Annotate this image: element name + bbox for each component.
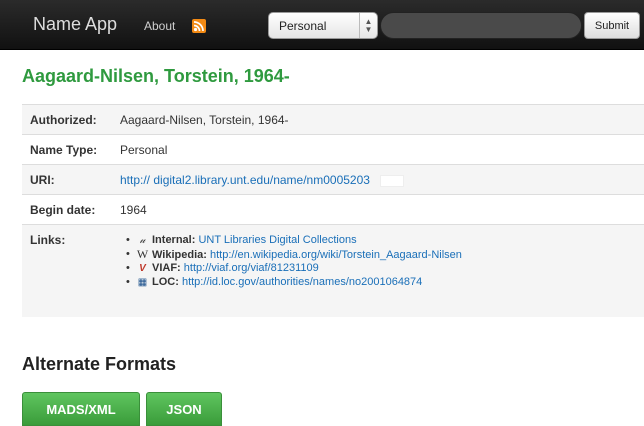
alternate-formats-heading: Alternate Formats bbox=[22, 354, 177, 374]
uri-value: http:// digital2.library.unt.edu/name/nm… bbox=[120, 164, 644, 195]
json-button[interactable]: JSON bbox=[146, 392, 222, 426]
name-type-label: Name Type: bbox=[22, 134, 120, 165]
table-row-uri: URI: http:// digital2.library.unt.edu/na… bbox=[22, 164, 644, 195]
table-row-links: Links: 𝓊 Internal: UNT Libraries Digital … bbox=[22, 224, 644, 317]
page-title: Aagaard-Nilsen, Torstein, 1964- bbox=[22, 66, 290, 86]
link-source-label: LOC: bbox=[152, 276, 179, 288]
link-source-label: VIAF: bbox=[152, 262, 181, 274]
name-type-select[interactable]: Personal ▲ ▼ bbox=[268, 12, 378, 39]
links-value: 𝓊 Internal: UNT Libraries Digital Collect… bbox=[120, 224, 644, 317]
name-type-select-value: Personal bbox=[279, 19, 327, 33]
link-viaf[interactable]: http://viaf.org/viaf/81231109 bbox=[184, 262, 319, 274]
mads-xml-button[interactable]: MADS/XML bbox=[22, 392, 140, 426]
name-details-table: Authorized: Aagaard-Nilsen, Torstein, 19… bbox=[22, 104, 644, 317]
list-item: V VIAF: http://viaf.org/viaf/81231109 bbox=[126, 261, 644, 275]
link-loc[interactable]: http://id.loc.gov/authorities/names/no20… bbox=[182, 276, 422, 288]
uri-label: URI: bbox=[22, 164, 120, 195]
name-type-value: Personal bbox=[120, 134, 644, 165]
brand-link[interactable]: Name App bbox=[33, 14, 117, 35]
begin-date-value: 1964 bbox=[120, 194, 644, 225]
list-item: 𝓊 Internal: UNT Libraries Digital Collect… bbox=[126, 233, 644, 247]
uri-link[interactable]: http:// digital2.library.unt.edu/name/nm… bbox=[120, 173, 370, 187]
wikipedia-icon: W bbox=[136, 247, 149, 261]
table-row-name-type: Name Type: Personal bbox=[22, 134, 644, 165]
link-source-label: Wikipedia: bbox=[152, 249, 207, 261]
navbar: Name App About Personal ▲ ▼ Submit bbox=[0, 0, 644, 50]
links-label: Links: bbox=[22, 224, 120, 317]
loc-icon: ▦ bbox=[137, 277, 148, 288]
link-source-label: Internal: bbox=[152, 234, 196, 246]
table-row-begin-date: Begin date: 1964 bbox=[22, 194, 644, 225]
links-list: 𝓊 Internal: UNT Libraries Digital Collect… bbox=[120, 225, 644, 289]
nav-about-link[interactable]: About bbox=[144, 19, 175, 33]
list-item: ▦ LOC: http://id.loc.gov/authorities/name… bbox=[126, 275, 644, 289]
rss-icon[interactable] bbox=[192, 19, 206, 33]
table-row-authorized: Authorized: Aagaard-Nilsen, Torstein, 19… bbox=[22, 104, 644, 135]
select-arrows-icon: ▲ ▼ bbox=[359, 13, 377, 38]
search-input[interactable] bbox=[380, 12, 582, 39]
authorized-label: Authorized: bbox=[22, 104, 120, 135]
unt-icon: 𝓊 bbox=[139, 235, 146, 246]
list-item: WWikipedia: http://en.wikipedia.org/wiki… bbox=[126, 247, 644, 261]
viaf-icon: V bbox=[139, 263, 146, 274]
authorized-value: Aagaard-Nilsen, Torstein, 1964- bbox=[120, 104, 644, 135]
submit-button[interactable]: Submit bbox=[584, 12, 640, 39]
link-wikipedia[interactable]: http://en.wikipedia.org/wiki/Torstein_Aa… bbox=[210, 249, 462, 261]
begin-date-label: Begin date: bbox=[22, 194, 120, 225]
link-unt[interactable]: UNT Libraries Digital Collections bbox=[198, 234, 356, 246]
uri-blank-box bbox=[379, 174, 404, 187]
